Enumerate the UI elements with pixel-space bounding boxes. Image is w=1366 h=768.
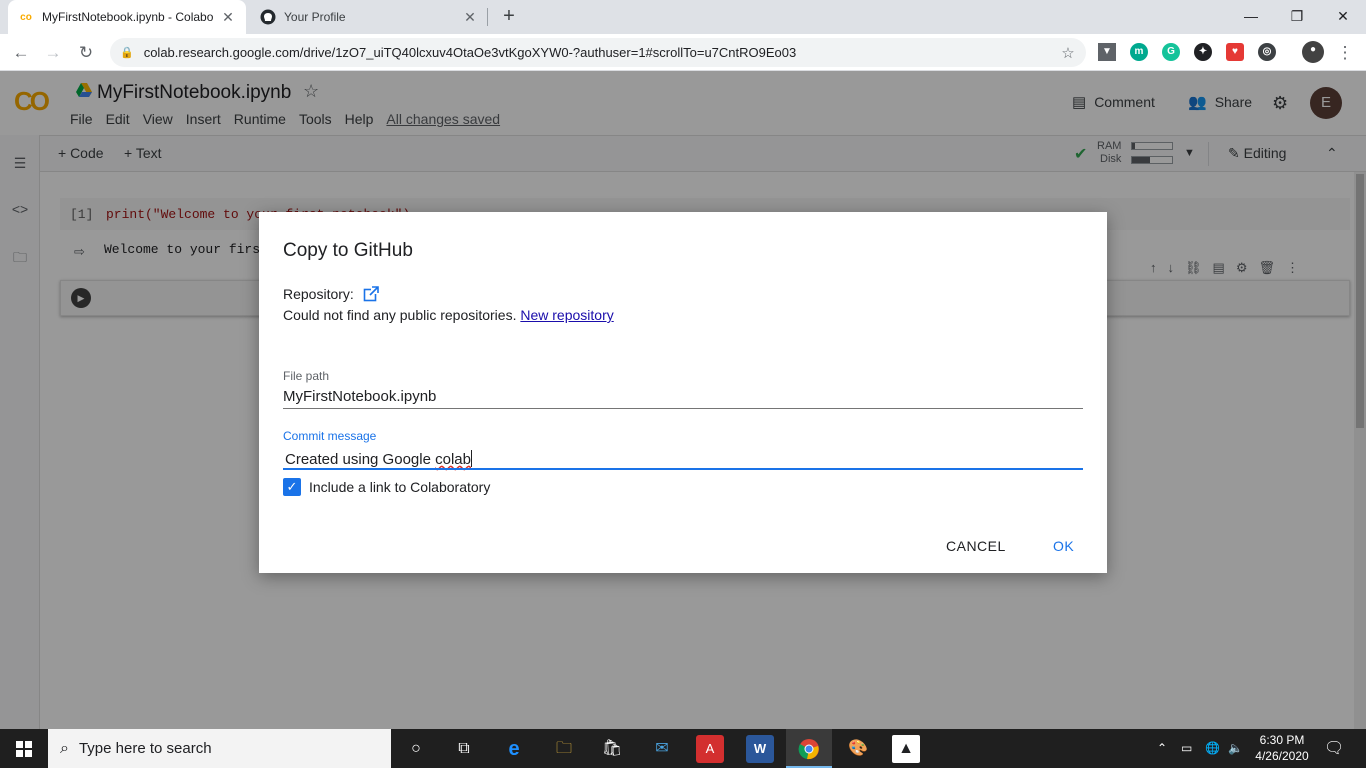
tab-colab[interactable]: co MyFirstNotebook.ipynb - Colabo ✕ xyxy=(8,0,246,34)
search-placeholder: Type here to search xyxy=(78,740,212,757)
no-repos-text: Could not find any public repositories. xyxy=(283,307,517,323)
new-tab-button[interactable]: + xyxy=(498,5,520,27)
file-explorer-icon[interactable]: 🗀 xyxy=(550,735,578,763)
store-icon[interactable]: 🛍 xyxy=(598,735,626,763)
include-link-checkbox[interactable]: ✓ xyxy=(283,478,301,496)
commit-text: Created using Google xyxy=(285,451,436,468)
network-icon[interactable]: 🌐 xyxy=(1205,729,1220,768)
reload-icon[interactable]: ↻ xyxy=(73,40,99,66)
extension-m-icon[interactable]: m xyxy=(1130,43,1148,61)
misspelled-word: colab xyxy=(435,451,471,468)
dialog-title: Copy to GitHub xyxy=(283,240,413,261)
extension-circle-icon[interactable]: ◎ xyxy=(1258,43,1276,61)
address-bar[interactable]: 🔒 colab.research.google.com/drive/1zO7_u… xyxy=(110,38,1086,67)
repository-message: Could not find any public repositories. … xyxy=(283,307,614,323)
photos-icon[interactable]: ▲ xyxy=(892,735,920,763)
open-in-new-icon[interactable] xyxy=(363,286,379,302)
pocket-icon[interactable]: ♥ xyxy=(1226,43,1244,61)
lock-icon: 🔒 xyxy=(120,47,134,59)
new-repository-link[interactable]: New repository xyxy=(520,307,613,323)
tab-title: MyFirstNotebook.ipynb - Colabo xyxy=(42,10,214,24)
ok-button[interactable]: OK xyxy=(1053,538,1074,554)
include-link-label[interactable]: Include a link to Colaboratory xyxy=(309,479,490,495)
volume-icon[interactable]: 🔈 xyxy=(1228,729,1243,768)
chrome-menu-icon[interactable]: ⋮ xyxy=(1332,40,1358,66)
close-window-button[interactable]: ✕ xyxy=(1320,0,1366,32)
word-icon[interactable]: W xyxy=(746,735,774,763)
minimize-button[interactable]: — xyxy=(1228,0,1274,32)
extension-bird-icon[interactable]: ✦ xyxy=(1194,43,1212,61)
system-clock[interactable]: 6:30 PM 4/26/2020 xyxy=(1252,732,1312,764)
paint-icon[interactable]: 🎨 xyxy=(844,735,872,763)
back-arrow-icon[interactable]: ← xyxy=(8,40,34,66)
repository-label: Repository: xyxy=(283,286,354,302)
grammarly-icon[interactable]: G xyxy=(1162,43,1180,61)
mail-icon[interactable]: ✉ xyxy=(648,735,676,763)
edge-icon[interactable]: e xyxy=(500,735,528,763)
windows-logo-icon xyxy=(16,740,32,757)
tab-github-profile[interactable]: Your Profile ✕ xyxy=(250,0,488,34)
commit-message-input[interactable]: Created using Google colab xyxy=(283,450,1083,474)
bookmark-star-icon[interactable]: ☆ xyxy=(1056,44,1080,62)
copy-to-github-dialog: Copy to GitHub Repository: Could not fin… xyxy=(259,212,1107,573)
forward-arrow-icon[interactable]: → xyxy=(40,40,66,66)
text-caret xyxy=(470,450,472,467)
commit-message-underline xyxy=(283,468,1083,470)
clock-time: 6:30 PM xyxy=(1259,733,1305,747)
close-tab-icon[interactable]: ✕ xyxy=(462,9,478,26)
taskbar-search[interactable]: ⌕ Type here to search xyxy=(48,729,391,768)
notifications-icon[interactable]: 🗨 xyxy=(1324,729,1344,768)
browser-tab-strip: co MyFirstNotebook.ipynb - Colabo ✕ Your… xyxy=(0,0,1366,34)
chrome-icon[interactable] xyxy=(795,735,823,763)
tab-title: Your Profile xyxy=(284,10,346,24)
browser-toolbar: ← → ↻ 🔒 colab.research.google.com/drive/… xyxy=(0,34,1366,71)
url-text: colab.research.google.com/drive/1zO7_uiT… xyxy=(143,45,797,60)
restore-button[interactable]: ❐ xyxy=(1274,0,1320,32)
profile-avatar-icon[interactable]: ● xyxy=(1302,41,1324,63)
cancel-button[interactable]: CANCEL xyxy=(946,538,1006,554)
tab-divider xyxy=(487,8,488,26)
acrobat-icon[interactable]: A xyxy=(696,735,724,763)
start-button[interactable] xyxy=(0,729,48,768)
extension-v-icon[interactable]: ▼ xyxy=(1098,43,1116,61)
task-view-icon[interactable]: ⧉ xyxy=(450,735,478,763)
windows-taskbar: ⌕ Type here to search ○ ⧉ e 🗀 🛍 ✉ A W 🎨 … xyxy=(0,729,1366,768)
search-icon: ⌕ xyxy=(60,739,69,757)
show-hidden-icons[interactable]: ⌃ xyxy=(1157,729,1167,768)
colab-favicon-icon: co xyxy=(20,11,32,23)
github-icon xyxy=(260,9,276,25)
battery-icon[interactable]: ▭ xyxy=(1181,729,1192,768)
close-tab-icon[interactable]: ✕ xyxy=(220,9,236,26)
file-path-underline xyxy=(283,408,1083,409)
cortana-icon[interactable]: ○ xyxy=(402,735,430,763)
clock-date: 4/26/2020 xyxy=(1255,749,1309,763)
file-path-label: File path xyxy=(283,369,330,383)
commit-message-label: Commit message xyxy=(283,429,377,443)
